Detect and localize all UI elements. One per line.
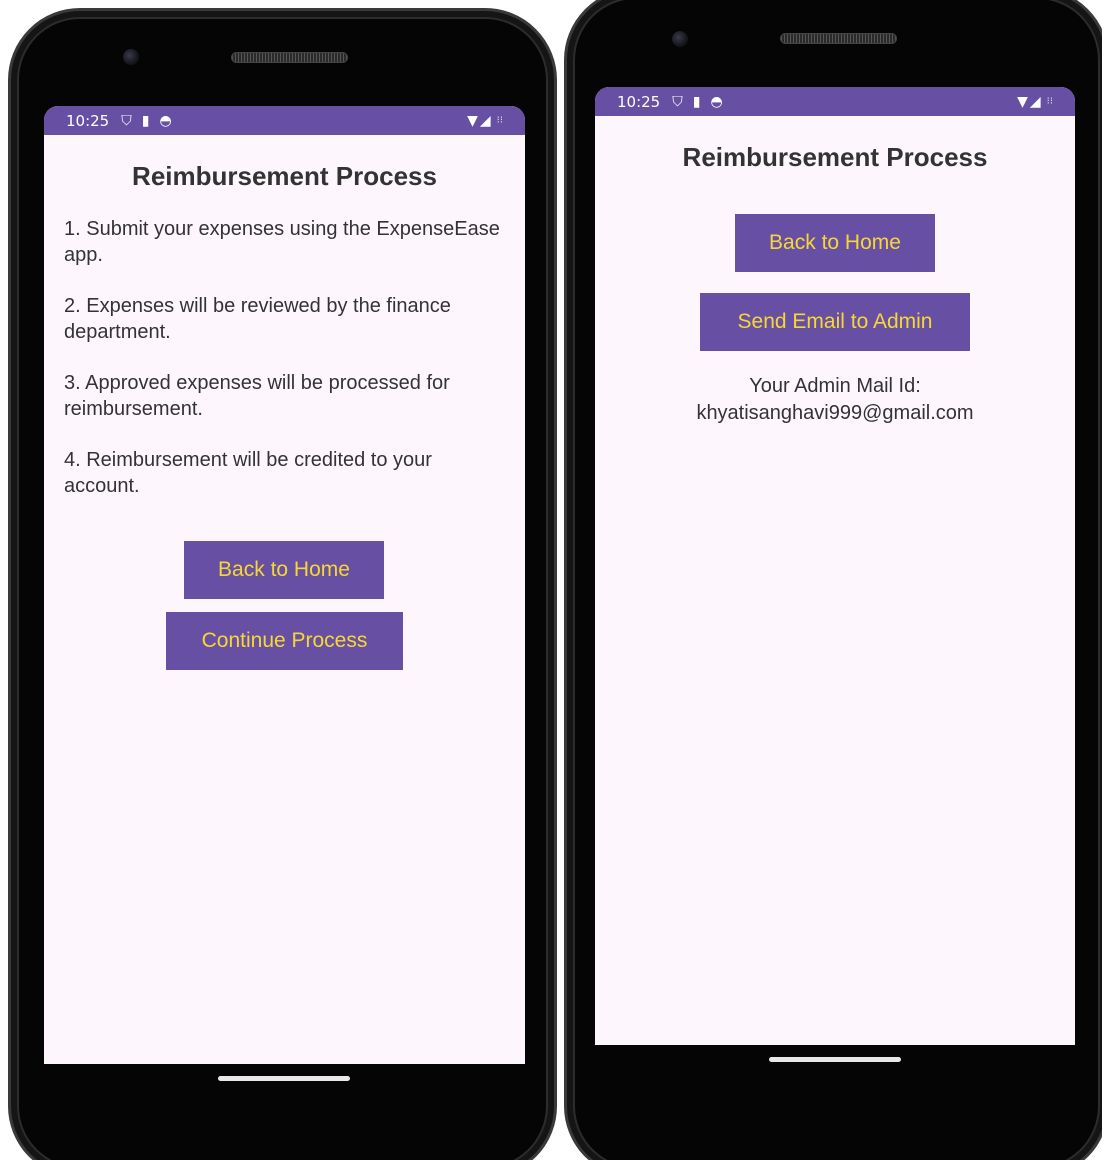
screen-right: 10:25 ⛉ ▮ ◓ ▼ ◢ ⁝⁝ Reimbursement Process…: [595, 87, 1075, 1045]
sync-icon: ◓: [710, 93, 723, 110]
send-email-button[interactable]: Send Email to Admin: [700, 293, 970, 351]
step-item: 2. Expenses will be reviewed by the fina…: [64, 295, 451, 343]
step-item: 4. Reimbursement will be credited to you…: [64, 449, 432, 497]
gesture-bar[interactable]: [769, 1057, 901, 1062]
admin-mail-info: Your Admin Mail Id: khyatisanghavi999@gm…: [595, 373, 1075, 427]
screen-left: 10:25 ⛉ ▮ ◓ ▼ ◢ ⁝⁝ Reimbursement Process…: [44, 106, 525, 1064]
wifi-icon: ▼: [1017, 93, 1028, 110]
status-time: 10:25: [617, 92, 661, 111]
shield-icon: ⛉: [672, 93, 683, 110]
continue-process-button[interactable]: Continue Process: [166, 612, 403, 670]
back-to-home-button[interactable]: Back to Home: [735, 214, 935, 272]
signal-icon: ◢: [479, 112, 491, 129]
back-to-home-button[interactable]: Back to Home: [184, 541, 384, 599]
status-time: 10:25: [66, 111, 110, 130]
more-icon: ⁝⁝: [496, 115, 503, 126]
status-bar: 10:25 ⛉ ▮ ◓ ▼ ◢ ⁝⁝: [44, 106, 525, 135]
status-bar: 10:25 ⛉ ▮ ◓ ▼ ◢ ⁝⁝: [595, 87, 1075, 116]
camera-icon: [123, 49, 139, 65]
sd-card-icon: ▮: [141, 112, 150, 129]
step-item: 1. Submit your expenses using the Expens…: [64, 218, 500, 266]
more-icon: ⁝⁝: [1046, 96, 1053, 107]
camera-icon: [672, 31, 688, 47]
signal-icon: ◢: [1029, 93, 1041, 110]
sync-icon: ◓: [159, 112, 172, 129]
steps-list: 1. Submit your expenses using the Expens…: [44, 216, 525, 499]
wifi-icon: ▼: [467, 112, 478, 129]
admin-mail-value: khyatisanghavi999@gmail.com: [696, 402, 974, 424]
shield-icon: ⛉: [121, 112, 132, 129]
gesture-bar[interactable]: [218, 1076, 350, 1081]
page-title: Reimbursement Process: [132, 161, 437, 191]
sd-card-icon: ▮: [692, 93, 701, 110]
step-item: 3. Approved expenses will be processed f…: [64, 372, 450, 420]
speaker-grille: [231, 52, 348, 63]
page-title: Reimbursement Process: [682, 142, 988, 172]
admin-mail-label: Your Admin Mail Id:: [749, 375, 921, 397]
speaker-grille: [780, 33, 897, 44]
